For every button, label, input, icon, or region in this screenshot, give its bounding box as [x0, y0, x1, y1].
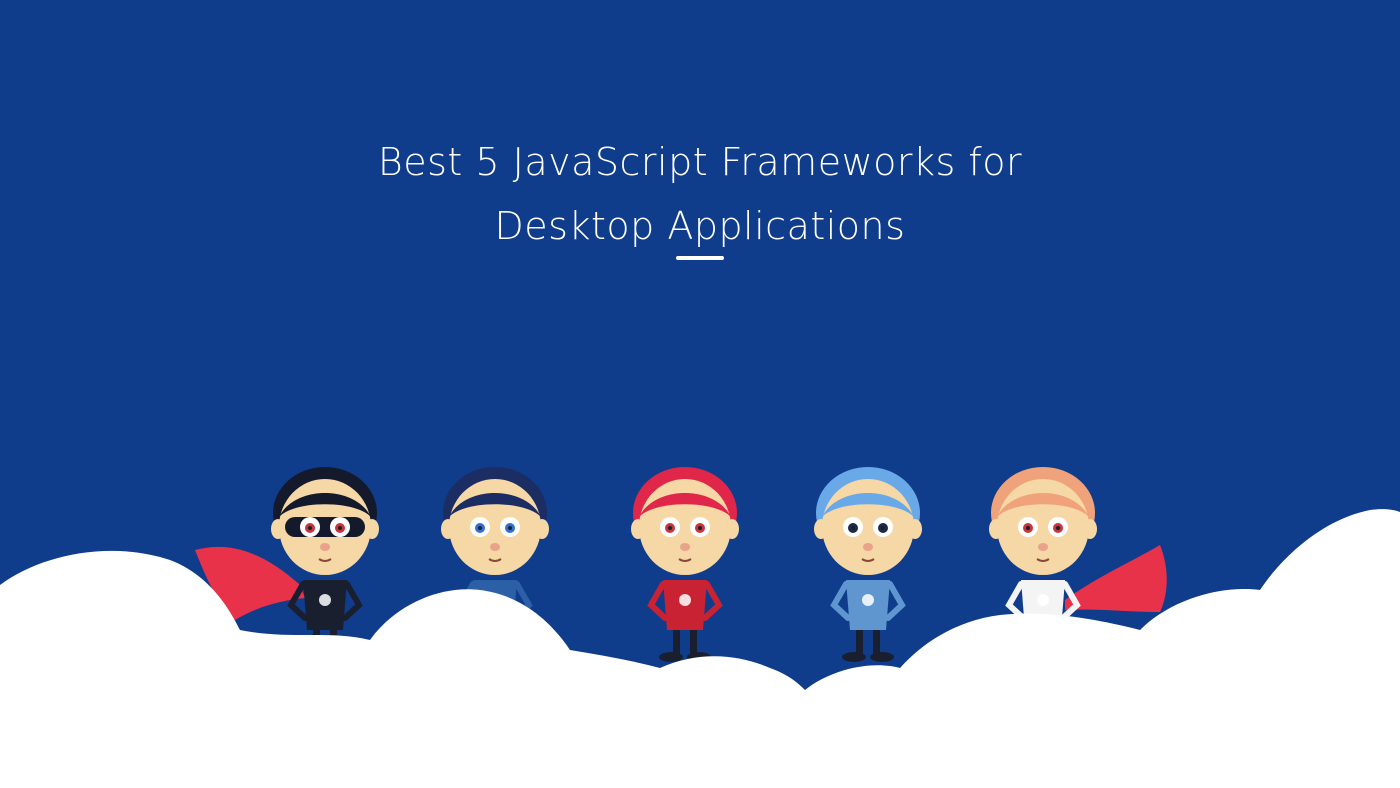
- iris-left: [478, 526, 482, 530]
- shoe-left: [659, 652, 683, 662]
- arm-right: [885, 581, 906, 621]
- arm-left: [647, 581, 668, 621]
- ear-left: [271, 519, 285, 539]
- ear-left: [989, 519, 1003, 539]
- title-line-2: Desktop Applications: [494, 204, 906, 248]
- chest-emblem: [862, 594, 874, 606]
- ear-left: [441, 519, 455, 539]
- iris-left: [851, 526, 855, 530]
- chest-emblem: [679, 594, 691, 606]
- title-underline: [676, 256, 724, 260]
- nose: [1038, 543, 1048, 551]
- ear-right: [365, 519, 379, 539]
- iris-left: [308, 526, 312, 530]
- iris-right: [698, 526, 702, 530]
- iris-right: [1056, 526, 1060, 530]
- ear-right: [908, 519, 922, 539]
- arm-right: [702, 581, 723, 621]
- ear-left: [631, 519, 645, 539]
- arm-left: [830, 581, 851, 621]
- title-line-1: Best 5 JavaScript Frameworks for: [377, 140, 1023, 184]
- ear-left: [814, 519, 828, 539]
- character-1: [271, 467, 379, 662]
- iris-right: [338, 526, 342, 530]
- iris-left: [668, 526, 672, 530]
- character-4: [814, 467, 922, 662]
- chest-emblem: [1037, 594, 1049, 606]
- hero-scene: [0, 467, 1400, 788]
- iris-left: [1026, 526, 1030, 530]
- arm-right: [342, 581, 363, 621]
- ear-right: [725, 519, 739, 539]
- eye-mask: [285, 517, 365, 537]
- nose: [863, 543, 873, 551]
- iris-right: [881, 526, 885, 530]
- iris-right: [508, 526, 512, 530]
- character-3: [631, 467, 739, 662]
- ear-right: [535, 519, 549, 539]
- nose: [490, 543, 500, 551]
- nose: [320, 543, 330, 551]
- shoe-right: [870, 652, 894, 662]
- banner-title: Best 5 JavaScript Frameworks for Desktop…: [0, 130, 1400, 258]
- nose: [680, 543, 690, 551]
- shoe-left: [842, 652, 866, 662]
- arm-left: [1005, 581, 1026, 621]
- chest-emblem: [319, 594, 331, 606]
- ear-right: [1083, 519, 1097, 539]
